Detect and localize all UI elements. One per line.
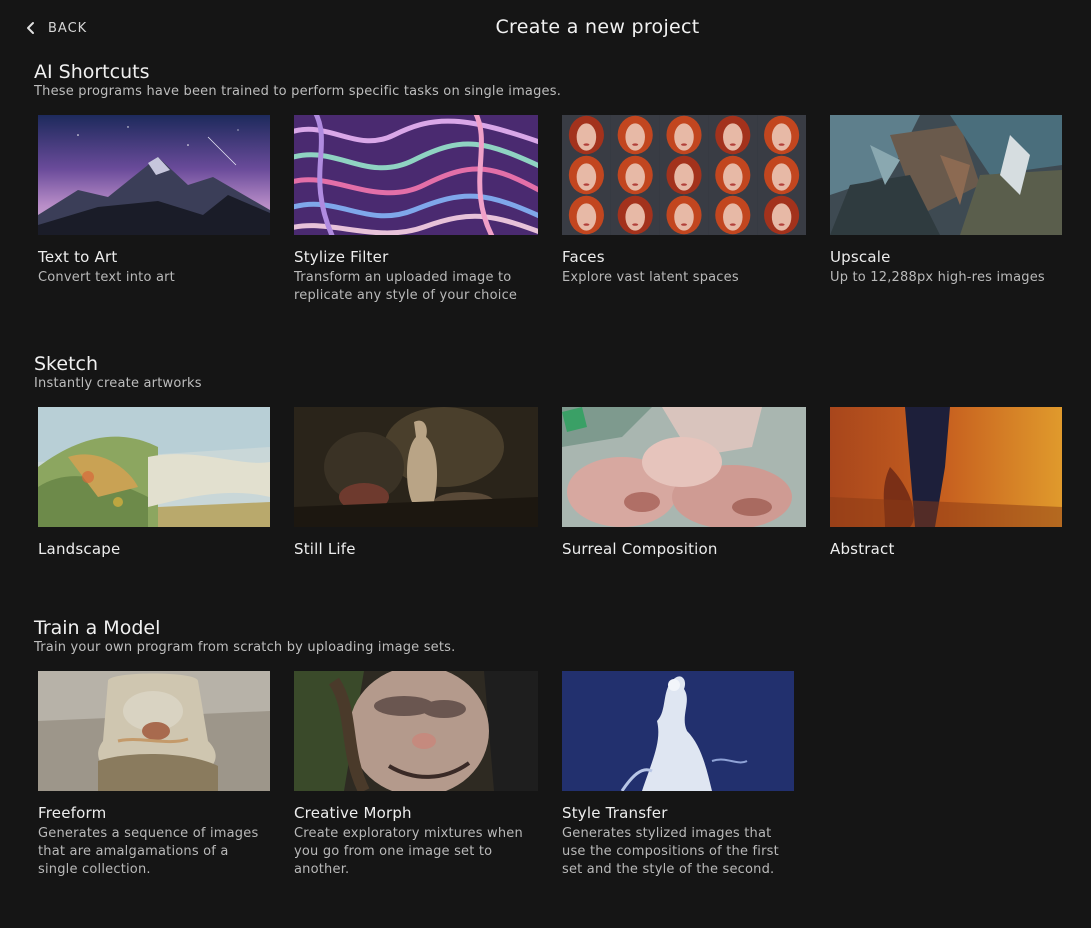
section-sketch: Sketch Instantly create artworks <box>34 353 202 393</box>
card-title: Landscape <box>38 540 121 558</box>
card-title: Style Transfer <box>562 804 668 822</box>
card-description: Up to 12,288px high-res images <box>830 270 1045 285</box>
card-description: Transform an uploaded image to replicate… <box>294 270 518 303</box>
card-thumbnail <box>38 115 270 235</box>
card-description: Create exploratory mixtures when you go … <box>294 826 523 877</box>
card-title: Creative Morph <box>294 804 412 822</box>
card-title: Upscale <box>830 248 891 266</box>
card-title: Freeform <box>38 804 107 822</box>
card-landscape[interactable]: Landscape <box>38 407 270 558</box>
card-title: Abstract <box>830 540 895 558</box>
section-subtitle: Instantly create artworks <box>34 376 202 391</box>
card-description: Generates stylized images that use the c… <box>562 826 779 877</box>
card-title: Still Life <box>294 540 356 558</box>
card-thumbnail <box>38 671 270 791</box>
card-title: Text to Art <box>38 248 118 266</box>
card-upscale[interactable]: Upscale Up to 12,288px high-res images <box>830 115 1062 287</box>
top-bar: BACK Create a new project <box>0 0 1091 56</box>
section-subtitle: Train your own program from scratch by u… <box>34 640 456 655</box>
card-abstract[interactable]: Abstract <box>830 407 1062 558</box>
card-faces[interactable]: Faces Explore vast latent spaces <box>562 115 806 287</box>
section-train-a-model: Train a Model Train your own program fro… <box>34 617 456 657</box>
card-title: Surreal Composition <box>562 540 718 558</box>
card-thumbnail <box>294 671 538 791</box>
card-thumbnail <box>294 115 538 235</box>
card-surreal-composition[interactable]: Surreal Composition <box>562 407 806 558</box>
section-title: Sketch <box>34 353 99 375</box>
page-title: Create a new project <box>495 16 700 38</box>
card-thumbnail <box>562 407 806 527</box>
card-description: Generates a sequence of images that are … <box>38 826 259 877</box>
card-description: Convert text into art <box>38 270 175 285</box>
card-title: Faces <box>562 248 605 266</box>
card-still-life[interactable]: Still Life <box>294 407 538 558</box>
card-thumbnail <box>562 671 794 791</box>
card-text-to-art[interactable]: Text to Art Convert text into art <box>38 115 270 287</box>
card-thumbnail <box>830 115 1062 235</box>
card-thumbnail <box>830 407 1062 527</box>
card-stylize-filter[interactable]: Stylize Filter Transform an uploaded ima… <box>294 115 538 305</box>
card-style-transfer[interactable]: Style Transfer Generates stylized images… <box>562 671 794 879</box>
card-creative-morph[interactable]: Creative Morph Create exploratory mixtur… <box>294 671 538 879</box>
section-title: Train a Model <box>34 617 161 639</box>
card-thumbnail <box>38 407 270 527</box>
card-title: Stylize Filter <box>294 248 389 266</box>
card-freeform[interactable]: Freeform Generates a sequence of images … <box>38 671 270 879</box>
section-title: AI Shortcuts <box>34 61 150 83</box>
card-thumbnail <box>562 115 806 235</box>
card-thumbnail <box>294 407 538 527</box>
section-subtitle: These programs have been trained to perf… <box>34 84 562 99</box>
card-description: Explore vast latent spaces <box>562 270 739 285</box>
section-ai-shortcuts: AI Shortcuts These programs have been tr… <box>34 61 561 101</box>
